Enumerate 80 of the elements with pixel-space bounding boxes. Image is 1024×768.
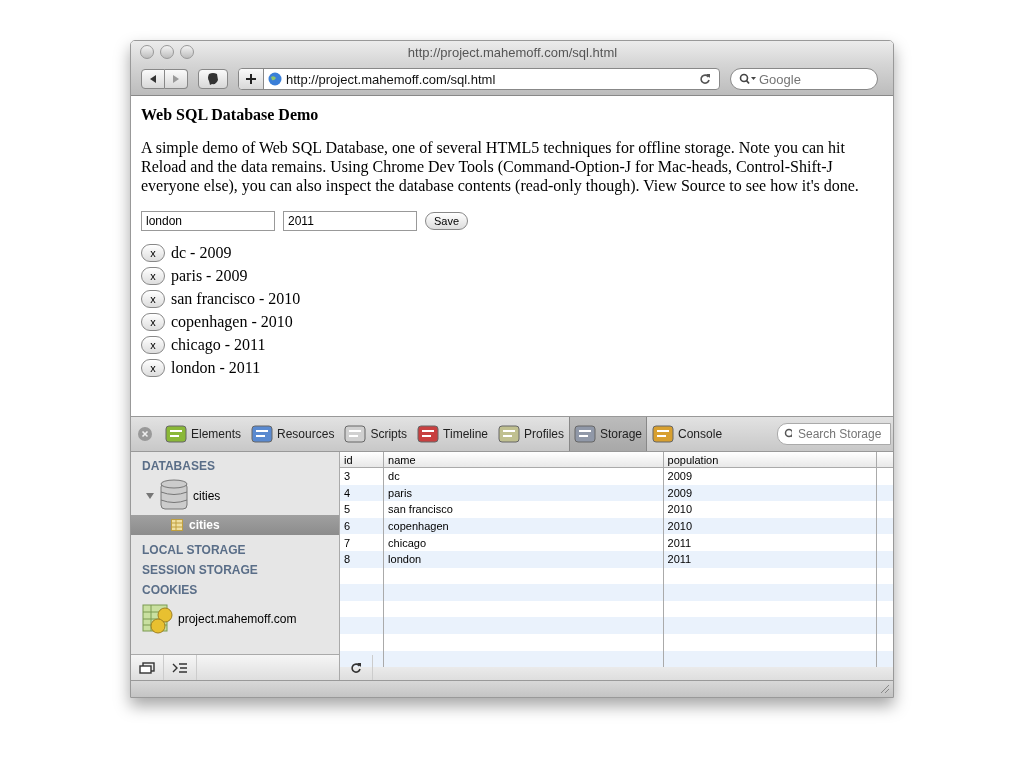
intro-paragraph: A simple demo of Web SQL Database, one of several HTML5 techniques for offline storage. Note you can hit Reload and the data remains. Using Chrome Dev Tools (Command-Option-J for Mac-heads, Control-Shift-J everyone else), you can also inspect the database contents (read-only though). View Source to see how it's done. [141, 138, 860, 195]
panel-icon [165, 424, 187, 444]
reload-icon[interactable] [699, 73, 711, 85]
sidebar-item[interactable]: project.mahemoff.com [178, 612, 297, 626]
column-header[interactable]: id [340, 452, 384, 468]
table-cell: 2011 [663, 534, 877, 551]
add-bookmark-button[interactable] [239, 69, 264, 89]
delete-button[interactable]: x [141, 359, 165, 377]
disclosure-triangle-icon[interactable] [145, 491, 155, 501]
storage-search-field[interactable]: Search Storage [777, 423, 891, 445]
back-arrow-icon [148, 74, 158, 84]
devtools-tab[interactable]: Resources [246, 417, 340, 451]
resize-grip-icon[interactable] [880, 684, 890, 694]
entry-text: paris - 2009 [171, 267, 248, 285]
city-input-field[interactable]: london [141, 211, 275, 231]
cookie-icon [142, 603, 174, 635]
search-icon [784, 428, 792, 440]
page-heading: Web SQL Database Demo [141, 106, 320, 124]
sidebar-section-heading[interactable]: LOCAL STORAGE [131, 541, 339, 561]
globe-icon [268, 72, 282, 86]
back-button[interactable] [141, 69, 165, 89]
devtools-tab[interactable]: Scripts [339, 417, 413, 451]
column-header[interactable]: name [383, 452, 664, 468]
entry-text: san francisco - 2010 [171, 290, 301, 308]
table-cell: 8 [340, 550, 384, 568]
table-cell: 7 [340, 534, 384, 551]
table-cell: 2010 [663, 517, 877, 535]
table-cell: london [383, 550, 664, 568]
entry-text: london - 2011 [171, 359, 261, 377]
entry-text: chicago - 2011 [171, 336, 266, 354]
panel-icon [652, 424, 675, 444]
table-cell: 5 [340, 501, 384, 518]
table-cell: 2009 [663, 484, 877, 502]
sidebar-section-heading[interactable]: COOKIES [131, 581, 339, 601]
table-cell: dc [383, 467, 664, 485]
panel-icon [574, 424, 596, 444]
delete-button[interactable]: x [141, 313, 165, 331]
forward-arrow-icon [171, 74, 181, 84]
devtools-tab[interactable]: Elements [160, 417, 247, 451]
table-cell: 2009 [663, 467, 877, 485]
delete-button[interactable]: x [141, 267, 165, 285]
storage-search-input[interactable]: Search Storage [796, 426, 890, 442]
table-cell: 6 [340, 517, 384, 535]
devtools-tab[interactable]: Timeline [412, 417, 493, 451]
devtools-tab[interactable]: Profiles [493, 417, 569, 451]
delete-button[interactable]: x [141, 290, 165, 308]
sidebar-item[interactable]: cities [193, 489, 221, 503]
table-cell: san francisco [383, 501, 664, 518]
table-cell: 4 [340, 484, 384, 502]
table-cell: copenhagen [383, 517, 664, 535]
table-cell: chicago [383, 534, 664, 551]
panel-icon [417, 424, 440, 444]
plus-icon [245, 73, 257, 85]
address-bar[interactable]: http://project.mahemoff.com/sql.html [238, 68, 720, 90]
save-button[interactable]: Save [425, 212, 469, 230]
elephant-button[interactable] [198, 69, 228, 89]
entry-text: copenhagen - 2010 [171, 313, 293, 331]
devtools-tab[interactable]: Storage [569, 417, 648, 451]
panel-icon [344, 424, 367, 444]
table-cell: 2011 [663, 550, 877, 568]
table-icon [171, 519, 183, 531]
year-input-field[interactable]: 2011 [283, 211, 417, 231]
table-cell: 2010 [663, 501, 877, 518]
window-title: http://project.mahemoff.com/sql.html [406, 44, 619, 60]
search-icon [739, 73, 757, 85]
devtools-tab[interactable]: Console [647, 417, 728, 451]
delete-button[interactable]: x [141, 336, 165, 354]
database-icon [159, 479, 189, 513]
table-cell: paris [383, 484, 664, 502]
delete-button[interactable]: x [141, 244, 165, 262]
sidebar-section-heading[interactable]: SESSION STORAGE [131, 561, 339, 581]
panel-icon [498, 424, 520, 444]
entry-text: dc - 2009 [171, 244, 232, 262]
panel-icon [251, 424, 274, 444]
column-header[interactable]: population [663, 452, 877, 468]
table-cell: 3 [340, 467, 384, 485]
sidebar-section-heading[interactable]: DATABASES [131, 457, 339, 477]
url-text: http://project.mahemoff.com/sql.html [286, 71, 497, 87]
search-field[interactable]: Google [730, 68, 878, 90]
search-input[interactable]: Google [757, 70, 861, 88]
